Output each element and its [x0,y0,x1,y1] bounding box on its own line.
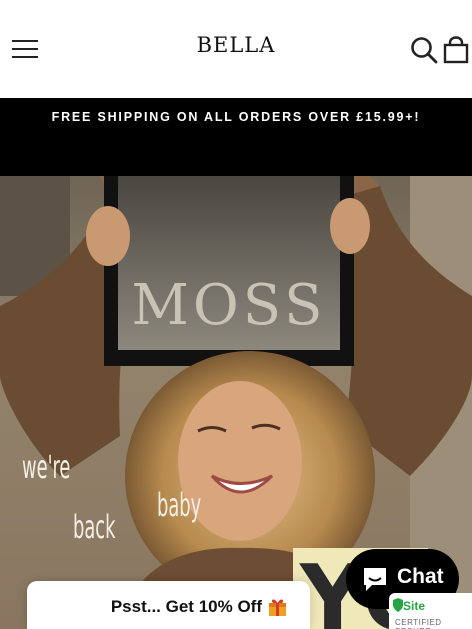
hero-word-were: we're [22,448,71,486]
chat-label: Chat [397,565,444,588]
trust-badge-subtitle: CERTIFIED SECURE [395,618,442,629]
shield-icon [393,598,403,612]
hero-word-baby: baby [157,486,202,524]
trust-badge[interactable]: Site CERTIFIED SECURE [389,593,472,629]
cart-icon[interactable] [442,36,470,64]
search-icon[interactable] [410,36,438,64]
hero-word-back: back [73,508,116,546]
site-header: BELLA [0,0,472,98]
svg-text:MOSS: MOSS [132,273,327,338]
gift-icon [268,597,287,616]
site-logo[interactable]: BELLA [0,33,472,57]
chat-bubble-icon [364,568,386,591]
announcement-bar: FREE SHIPPING ON ALL ORDERS OVER £15.99+… [0,98,472,176]
promo-text: Psst... Get 10% Off [110,597,262,616]
announcement-text: FREE SHIPPING ON ALL ORDERS OVER £15.99+… [51,110,421,124]
discount-popup-tab[interactable]: Psst... Get 10% Off [27,581,310,629]
trust-badge-name: Site [403,599,426,613]
